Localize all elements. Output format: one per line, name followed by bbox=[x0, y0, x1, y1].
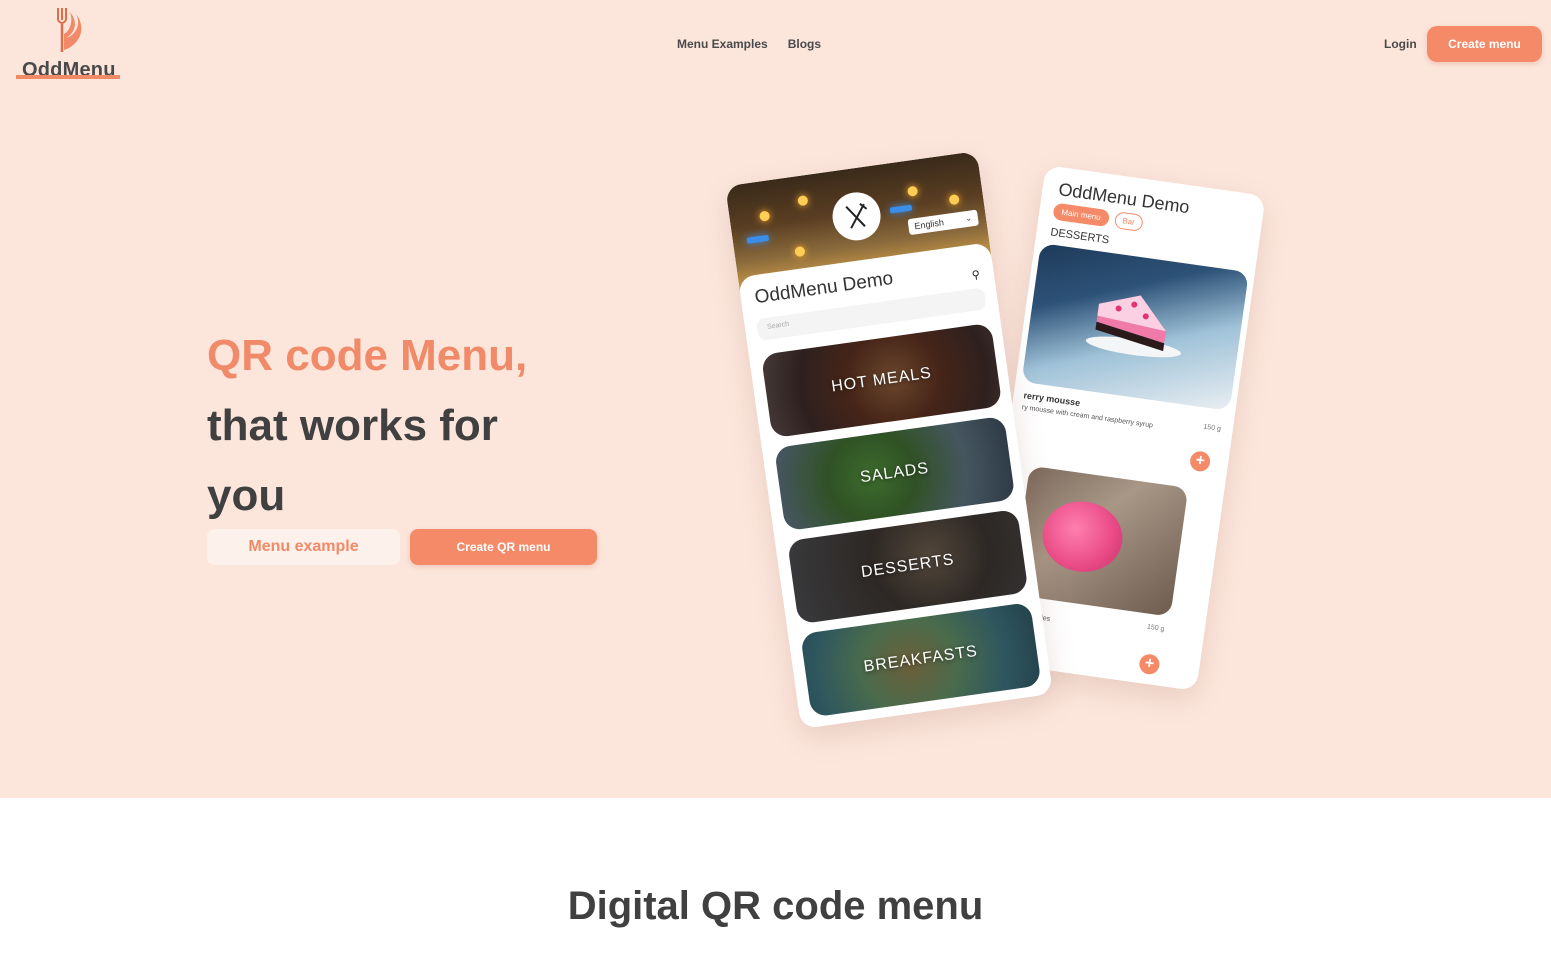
blue-light bbox=[746, 234, 770, 244]
add-item-button[interactable]: + bbox=[1138, 652, 1161, 676]
brand-logo[interactable]: OddMenu bbox=[16, 4, 120, 81]
lamp-light bbox=[797, 195, 809, 207]
phone-mockup-categories: English ⌄ OddMenu Demo Search ⚲ HOT MEAL… bbox=[725, 150, 1053, 730]
menu-example-button[interactable]: Menu example bbox=[207, 529, 400, 565]
chevron-down-icon: ⌄ bbox=[964, 213, 973, 224]
lamp-light bbox=[794, 245, 806, 258]
tab-main-menu[interactable]: Main menu bbox=[1052, 202, 1110, 228]
section-heading: DESSERTS bbox=[1049, 226, 1110, 247]
item-weight: 150 g bbox=[1202, 423, 1222, 433]
language-value: English bbox=[913, 217, 945, 232]
hero-title-line3: you bbox=[207, 471, 286, 520]
login-link[interactable]: Login bbox=[1384, 37, 1417, 51]
section-title: Digital QR code menu bbox=[567, 884, 984, 928]
search-placeholder: Search bbox=[766, 320, 790, 331]
ice-cream-scoop-icon bbox=[1038, 496, 1127, 577]
hero-title-accent: QR code Menu, bbox=[207, 331, 528, 380]
search-icon[interactable]: ⚲ bbox=[971, 268, 981, 282]
blue-light bbox=[889, 204, 913, 214]
nav-menu-examples[interactable]: Menu Examples bbox=[677, 37, 768, 51]
phone-body: OddMenu Demo Search ⚲ HOT MEALS SALADS D… bbox=[737, 242, 1053, 730]
cake-photo bbox=[1021, 243, 1249, 411]
nav-blogs[interactable]: Blogs bbox=[788, 37, 821, 51]
main-nav: Menu Examples Blogs bbox=[677, 37, 821, 51]
hero-title-line2: that works for bbox=[207, 401, 498, 450]
brand-underline bbox=[16, 75, 120, 79]
create-menu-button[interactable]: Create menu bbox=[1427, 26, 1542, 62]
hero-section: OddMenu Menu Examples Blogs Login Create… bbox=[0, 0, 1551, 798]
fork-knife-icon bbox=[845, 202, 868, 229]
lamp-light bbox=[948, 193, 960, 206]
item-description: ry mousse with cream and raspberry syrup bbox=[1021, 404, 1154, 430]
tab-bar[interactable]: Bar bbox=[1113, 211, 1144, 232]
create-qr-menu-button[interactable]: Create QR menu bbox=[410, 529, 597, 565]
category-card-breakfasts[interactable]: BREAKFASTS bbox=[800, 601, 1042, 718]
lamp-light bbox=[906, 185, 919, 197]
restaurant-logo bbox=[829, 189, 884, 244]
lamp-light bbox=[758, 210, 771, 222]
cake-slice-icon bbox=[1085, 295, 1181, 358]
fork-flame-icon bbox=[57, 8, 82, 52]
item-weight: 150 g bbox=[1146, 623, 1165, 633]
add-item-button[interactable]: + bbox=[1188, 450, 1212, 473]
language-select[interactable]: English ⌄ bbox=[907, 209, 980, 236]
